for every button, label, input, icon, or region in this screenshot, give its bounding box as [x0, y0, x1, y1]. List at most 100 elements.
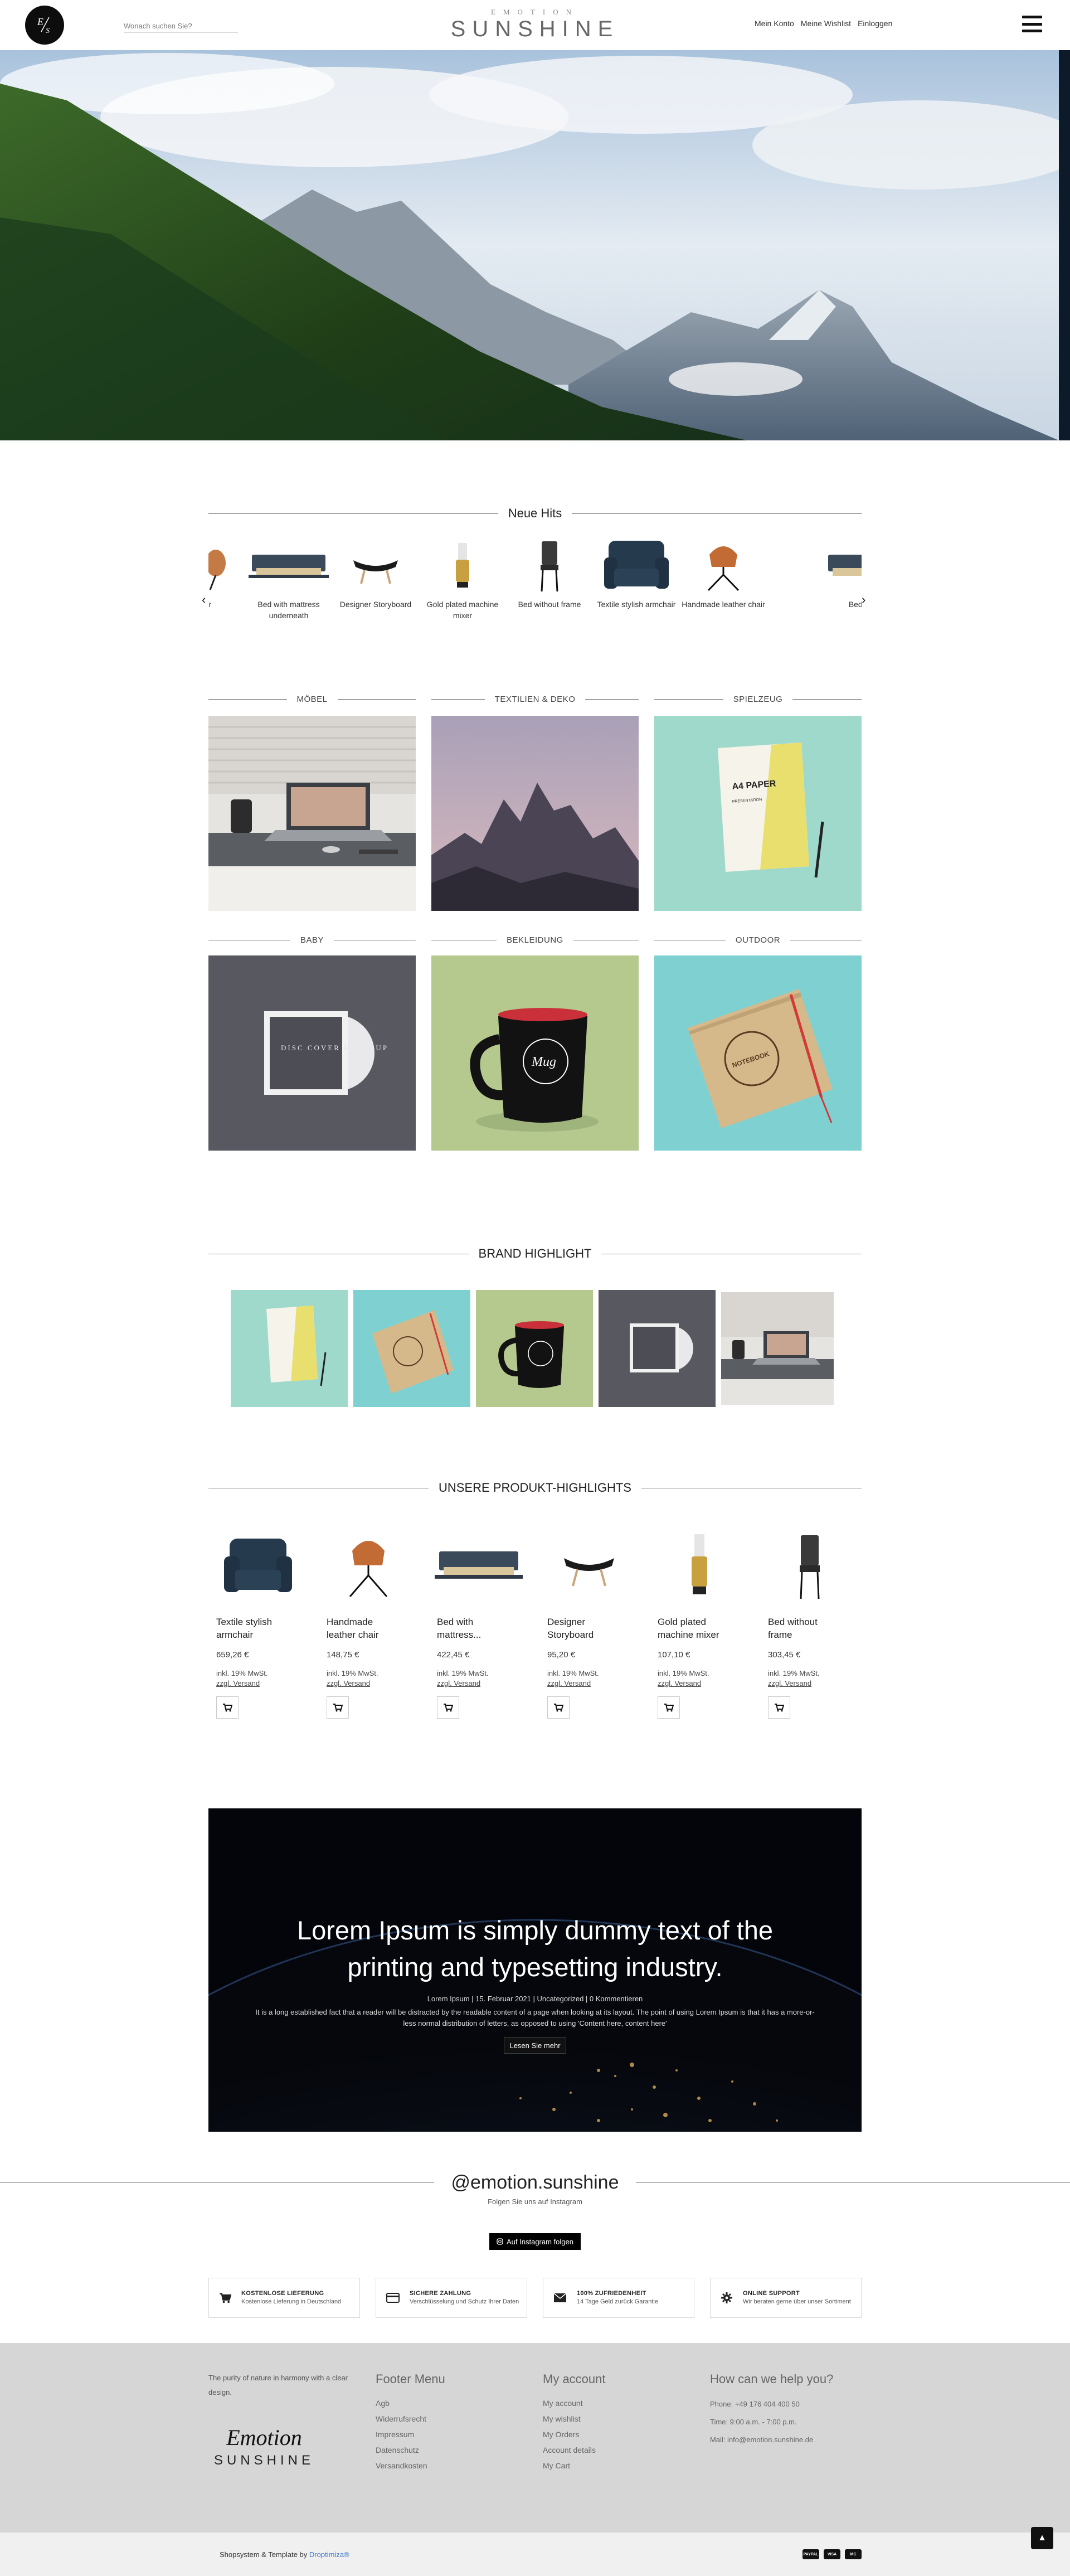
category-image-outdoor[interactable]: NOTEBOOK: [654, 955, 862, 1151]
product-price: 659,26 €: [216, 1650, 249, 1660]
feature-free-delivery: KOSTENLOSE LIEFERUNG Kostenlose Lieferun…: [208, 2278, 360, 2318]
category-label[interactable]: BABY: [300, 935, 324, 945]
add-to-cart-button[interactable]: [327, 1696, 349, 1719]
shipping-link[interactable]: zzgl. Versand: [547, 1679, 591, 1687]
footer-mail[interactable]: Mail: info@emotion.sunshine.de: [710, 2431, 833, 2449]
product-name[interactable]: Bed with mattress...: [429, 1616, 528, 1641]
product-name[interactable]: Bed without frame: [760, 1616, 859, 1641]
category-image-textilien[interactable]: [431, 716, 639, 911]
scroll-to-top-button[interactable]: ▲: [1031, 2527, 1053, 2549]
brand-tile-disc[interactable]: [599, 1290, 716, 1407]
category-image-baby[interactable]: DISC COVER MOCK UP: [208, 955, 416, 1151]
product-tax-info: inkl. 19% MwSt. zzgl. Versand: [539, 1668, 639, 1689]
product-card[interactable]: Designer Storyboard 95,20 € inkl. 19% MwS…: [539, 1525, 639, 1719]
category-label[interactable]: MÖBEL: [297, 695, 328, 704]
instagram-follow-button[interactable]: Auf Instagram folgen: [489, 2233, 581, 2250]
shipping-link[interactable]: zzgl. Versand: [658, 1679, 701, 1687]
add-to-cart-button[interactable]: [437, 1696, 459, 1719]
logo[interactable]: E S: [25, 6, 64, 45]
slider-item[interactable]: Textile stylish armchair: [593, 535, 680, 610]
slider-next-arrow-icon[interactable]: ›: [862, 593, 865, 607]
product-name-line: frame: [768, 1629, 792, 1640]
add-to-cart-button[interactable]: [768, 1696, 790, 1719]
product-image[interactable]: [319, 1525, 418, 1609]
product-price: 303,45 €: [768, 1650, 801, 1660]
add-to-cart-button[interactable]: [216, 1696, 239, 1719]
add-to-cart-button[interactable]: [658, 1696, 680, 1719]
blog-title[interactable]: Lorem Ipsum is simply dummy text of the …: [275, 1912, 795, 1986]
footer-link-my-account[interactable]: My account: [543, 2395, 606, 2411]
category-image-spielzeug[interactable]: A4 PAPER PRESENTATION: [654, 716, 862, 911]
add-to-cart-button[interactable]: [547, 1696, 570, 1719]
feature-desc: Wir beraten gerne über unser Sortiment: [743, 2298, 851, 2305]
slider-item[interactable]: Bed without frame: [506, 535, 593, 610]
footer-logo[interactable]: Emotion SUNSHINE: [208, 2424, 320, 2468]
neue-hits-slider[interactable]: her chair Bed with mattress underneath D…: [208, 535, 862, 641]
brand-logo[interactable]: EMOTION SUNSHINE: [424, 8, 646, 41]
brand-tile-notebook[interactable]: [353, 1290, 470, 1407]
product-name-line: Bed without: [768, 1617, 818, 1627]
product-name[interactable]: Designer Storyboard: [539, 1616, 639, 1641]
shipping-link[interactable]: zzgl. Versand: [327, 1679, 370, 1687]
footer-link-versandkosten[interactable]: Versandkosten: [376, 2458, 445, 2473]
header-link-account[interactable]: Mein Konto: [755, 19, 794, 28]
product-image: [821, 535, 862, 596]
footer-link-impressum[interactable]: Impressum: [376, 2427, 445, 2442]
product-card[interactable]: Textile stylish armchair 659,26 € inkl. 1…: [208, 1525, 308, 1719]
footer-time: Time: 9:00 a.m. - 7:00 p.m.: [710, 2418, 797, 2426]
menu-icon[interactable]: [1022, 16, 1042, 32]
footer-phone[interactable]: Phone: +49 176 404 400 50: [710, 2395, 833, 2413]
instagram-handle[interactable]: @emotion.sunshine: [451, 2172, 619, 2194]
slider-item[interactable]: Bed with mattress underneath: [245, 535, 332, 621]
product-image: [419, 535, 506, 596]
category-image-bekleidung[interactable]: Mug: [431, 955, 639, 1151]
footer-link-datenschutz[interactable]: Datenschutz: [376, 2442, 445, 2458]
product-image[interactable]: [650, 1525, 749, 1609]
slider-item[interactable]: Designer Storyboard: [332, 535, 419, 610]
product-image[interactable]: [429, 1525, 528, 1609]
product-card[interactable]: Gold plated machine mixer 107,10 € inkl. …: [650, 1525, 749, 1719]
product-image[interactable]: [760, 1525, 859, 1609]
product-card[interactable]: Bed with mattress... 422,45 € inkl. 19% M…: [429, 1525, 528, 1719]
shipping-link[interactable]: zzgl. Versand: [437, 1679, 480, 1687]
product-card[interactable]: Handmade leather chair 148,75 € inkl. 19%…: [319, 1525, 418, 1719]
brand-tile-laptop[interactable]: [721, 1292, 834, 1405]
footer-link-my-orders[interactable]: My Orders: [543, 2427, 606, 2442]
product-name[interactable]: Gold plated machine mixer: [650, 1616, 749, 1641]
slider-item[interactable]: Gold plated machine mixer: [419, 535, 506, 621]
footer-link-account-details[interactable]: Account details: [543, 2442, 606, 2458]
product-name: Bed w un: [848, 600, 862, 609]
slider-item[interactable]: her chair: [208, 535, 240, 610]
brand-tile-a4-paper[interactable]: [231, 1290, 348, 1407]
feature-text: SICHERE ZAHLUNG Verschlüsselung und Schu…: [410, 2290, 519, 2306]
read-more-button[interactable]: Lesen Sie mehr: [504, 2037, 566, 2054]
slider-item[interactable]: Handmade leather chair: [680, 535, 767, 610]
header-link-login[interactable]: Einloggen: [858, 19, 892, 28]
tax-text: inkl. 19% MwSt.: [216, 1669, 268, 1677]
title-divider: [208, 699, 287, 700]
shipping-link[interactable]: zzgl. Versand: [216, 1679, 260, 1687]
footer-link-my-cart[interactable]: My Cart: [543, 2458, 606, 2473]
brand-tile-mug[interactable]: [476, 1290, 593, 1407]
shipping-link[interactable]: zzgl. Versand: [768, 1679, 811, 1687]
product-card[interactable]: Bed without frame 303,45 € inkl. 19% MwSt…: [760, 1525, 859, 1719]
slider-prev-arrow-icon[interactable]: ‹: [202, 593, 206, 607]
product-image[interactable]: [208, 1525, 308, 1609]
product-image[interactable]: [539, 1525, 639, 1609]
category-label[interactable]: TEXTILIEN & DEKO: [495, 695, 576, 704]
footer-link-my-wishlist[interactable]: My wishlist: [543, 2411, 606, 2427]
slider-item[interactable]: Bed w un: [821, 535, 862, 610]
footer-link-agb[interactable]: Agb: [376, 2395, 445, 2411]
category-label[interactable]: OUTDOOR: [736, 935, 780, 945]
product-name[interactable]: Textile stylish armchair: [208, 1616, 308, 1641]
category-label[interactable]: BEKLEIDUNG: [507, 935, 563, 945]
category-title-outdoor: OUTDOOR: [654, 935, 862, 945]
menu-bar: [1022, 30, 1042, 32]
category-image-moebel[interactable]: [208, 716, 416, 911]
product-name[interactable]: Handmade leather chair: [319, 1616, 418, 1641]
search-input[interactable]: [124, 20, 238, 32]
credit-link[interactable]: Droptimiza®: [309, 2550, 349, 2559]
footer-link-widerrufsrecht[interactable]: Widerrufsrecht: [376, 2411, 445, 2427]
category-label[interactable]: SPIELZEUG: [733, 695, 783, 704]
header-link-wishlist[interactable]: Meine Wishlist: [801, 19, 851, 28]
